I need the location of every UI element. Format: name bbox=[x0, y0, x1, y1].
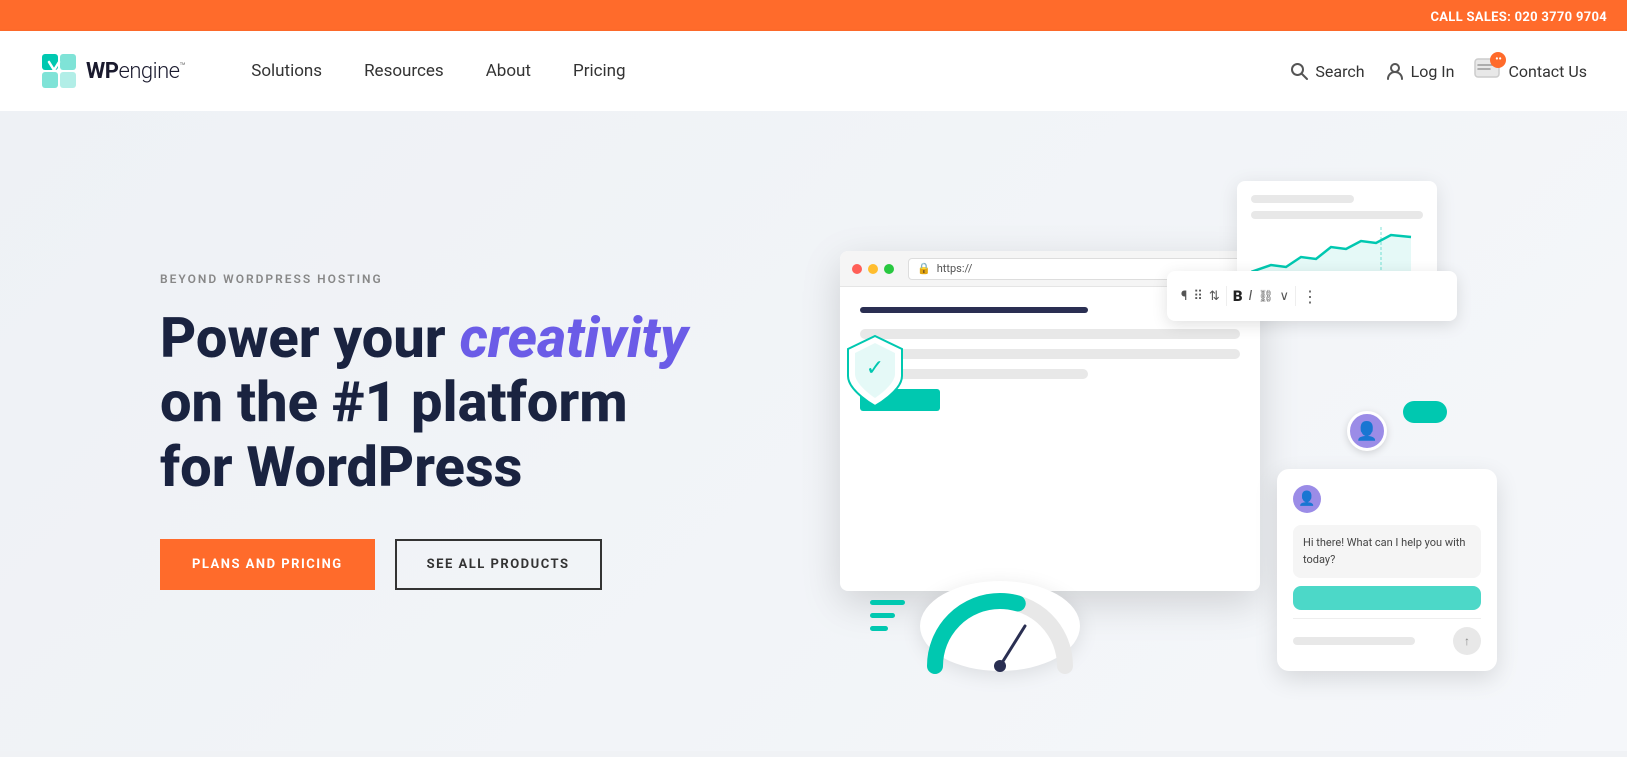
user-avatar-container: 👤 bbox=[1347, 411, 1387, 451]
toolbar-paragraph: ¶ bbox=[1181, 289, 1187, 304]
logo-icon bbox=[40, 52, 78, 90]
toolbar-italic[interactable]: I bbox=[1249, 288, 1253, 304]
toolbar-bold[interactable]: B bbox=[1233, 287, 1243, 305]
speed-gauge-container bbox=[920, 581, 1080, 671]
toolbar-grid: ⠿ bbox=[1193, 289, 1203, 304]
hero-title: Power your creativity on the #1 platform… bbox=[160, 306, 840, 499]
login-link[interactable]: Log In bbox=[1385, 61, 1455, 81]
hero-title-plain: Power your bbox=[160, 305, 460, 371]
gauge-dashes bbox=[870, 600, 905, 631]
call-sales-link[interactable]: CALL SALES: 020 3770 9704 bbox=[1430, 10, 1607, 25]
right-nav: Search Log In •• Contact Us bbox=[1289, 58, 1587, 84]
see-all-products-button[interactable]: SEE ALL PRODUCTS bbox=[395, 539, 602, 590]
main-nav: Solutions Resources About Pricing bbox=[235, 53, 1289, 89]
shield-icon: ✓ bbox=[840, 331, 910, 411]
chat-header: 👤 bbox=[1293, 485, 1481, 513]
analytics-line-2 bbox=[1251, 211, 1423, 219]
content-lines bbox=[860, 329, 1240, 379]
user-avatar: 👤 bbox=[1347, 411, 1387, 451]
chat-message-agent: Hi there! What can I help you with today… bbox=[1293, 525, 1481, 578]
search-icon bbox=[1289, 61, 1309, 81]
contact-link[interactable]: •• Contact Us bbox=[1474, 58, 1587, 84]
toolbar-divider-2 bbox=[1295, 286, 1296, 306]
logo-link[interactable]: WPengine™ bbox=[40, 52, 185, 90]
title-bar-dark bbox=[860, 307, 1088, 313]
notif-badge: •• bbox=[1490, 52, 1506, 68]
hero-content: BEYOND WORDPRESS HOSTING Power your crea… bbox=[160, 272, 840, 590]
toolbar-more[interactable]: ⋮ bbox=[1302, 287, 1318, 306]
nav-pricing[interactable]: Pricing bbox=[557, 53, 642, 89]
plans-pricing-button[interactable]: PLANS AND PRICING bbox=[160, 539, 375, 590]
search-label: Search bbox=[1315, 62, 1364, 81]
chat-input-line bbox=[1293, 637, 1415, 645]
mockup-container: 🔒 https:// bbox=[840, 171, 1467, 691]
chat-avatar: 👤 bbox=[1293, 485, 1321, 513]
hero-title-rest: on the #1 platformfor WordPress bbox=[160, 369, 628, 499]
dot-green bbox=[884, 264, 894, 274]
content-line-2 bbox=[860, 349, 1240, 359]
hero-illustration: 🔒 https:// bbox=[840, 171, 1467, 691]
chat-widget: 👤 Hi there! What can I help you with tod… bbox=[1277, 469, 1497, 671]
gauge-dash-3 bbox=[870, 626, 888, 631]
chat-input-area: ↑ bbox=[1293, 618, 1481, 655]
gauge-dash-1 bbox=[870, 600, 905, 605]
teal-toggle-container bbox=[1403, 401, 1447, 423]
shield-container: ✓ bbox=[840, 331, 910, 415]
user-icon bbox=[1385, 61, 1405, 81]
hero-buttons: PLANS AND PRICING SEE ALL PRODUCTS bbox=[160, 539, 840, 590]
gauge-dash-2 bbox=[870, 613, 895, 618]
chat-message-user bbox=[1293, 586, 1481, 610]
nav-about[interactable]: About bbox=[470, 53, 547, 89]
lock-icon-text: 🔒 bbox=[917, 262, 931, 275]
nav-resources[interactable]: Resources bbox=[348, 53, 460, 89]
logo-text: WPengine™ bbox=[86, 59, 185, 84]
contact-label: Contact Us bbox=[1508, 62, 1587, 81]
toolbar-arrows: ⇅ bbox=[1209, 289, 1220, 304]
url-text: https:// bbox=[937, 262, 973, 275]
search-link[interactable]: Search bbox=[1289, 61, 1364, 81]
svg-text:✓: ✓ bbox=[866, 356, 884, 381]
dot-yellow bbox=[868, 264, 878, 274]
content-line-1 bbox=[860, 329, 1240, 339]
speed-gauge-svg bbox=[920, 581, 1080, 681]
nav-solutions[interactable]: Solutions bbox=[235, 53, 338, 89]
hero-title-highlight: creativity bbox=[460, 305, 688, 371]
toolbar-link[interactable]: ⛓ bbox=[1258, 289, 1273, 303]
teal-toggle[interactable] bbox=[1403, 401, 1447, 423]
toolbar-divider-1 bbox=[1226, 286, 1227, 306]
hero-section: BEYOND WORDPRESS HOSTING Power your crea… bbox=[0, 111, 1627, 751]
hero-subtitle: BEYOND WORDPRESS HOSTING bbox=[160, 272, 840, 286]
dot-red bbox=[852, 264, 862, 274]
top-banner: CALL SALES: 020 3770 9704 bbox=[0, 0, 1627, 31]
toolbar-chevron[interactable]: ∨ bbox=[1279, 289, 1289, 304]
chat-send-button[interactable]: ↑ bbox=[1453, 627, 1481, 655]
editor-toolbar: ¶ ⠿ ⇅ B I ⛓ ∨ ⋮ bbox=[1167, 271, 1457, 321]
analytics-line-1 bbox=[1251, 195, 1354, 203]
main-header: WPengine™ Solutions Resources About Pric… bbox=[0, 31, 1627, 111]
login-label: Log In bbox=[1411, 62, 1455, 81]
